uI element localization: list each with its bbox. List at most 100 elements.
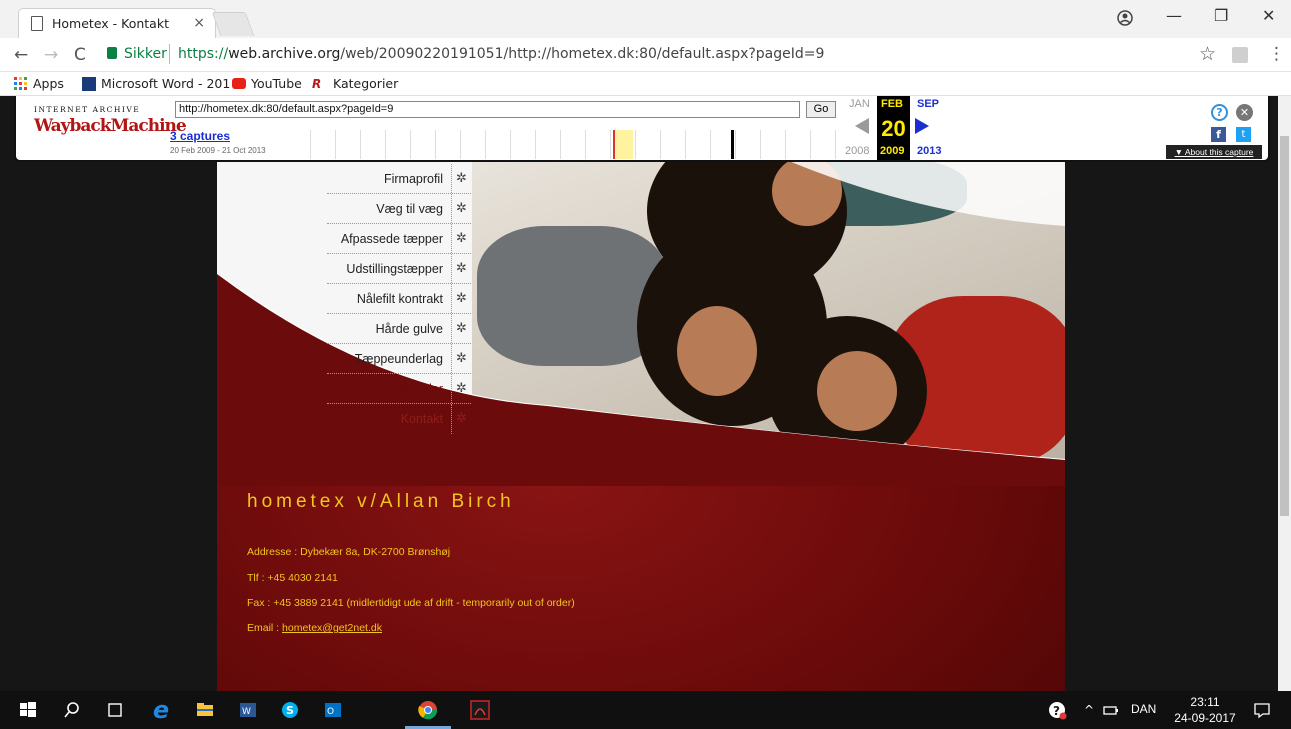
chrome-icon[interactable] <box>418 700 438 720</box>
search-icon[interactable] <box>62 700 82 720</box>
current-year: 2009 <box>880 145 905 157</box>
prev-month[interactable]: JAN <box>849 98 870 110</box>
wayback-toolbar: INTERNET ARCHIVE WaybackMachine http://h… <box>14 96 1270 162</box>
bookmark-star-icon[interactable]: ☆ <box>1199 43 1216 65</box>
notifications-icon[interactable] <box>1252 700 1272 720</box>
nav-label: Firmaprofil <box>383 171 443 186</box>
bookmark-label: YouTube <box>251 76 302 91</box>
fax-text: Fax : +45 3889 2141 (midlertidigt ude af… <box>247 597 575 609</box>
next-year[interactable]: 2013 <box>917 145 941 157</box>
nav-afpassede-taepper[interactable]: Afpassede tæpper ✲ <box>327 224 471 254</box>
clock-time: 23:11 <box>1190 695 1220 709</box>
help-icon[interactable]: ? <box>1211 104 1228 121</box>
captures-link[interactable]: 3 captures <box>170 129 230 143</box>
email-link[interactable]: hometex@get2net.dk <box>282 622 382 634</box>
nav-haarde-gulve[interactable]: Hårde gulve ✲ <box>327 314 471 344</box>
windows-start-icon[interactable] <box>18 700 38 720</box>
minimize-button[interactable]: — <box>1166 6 1182 25</box>
word-taskbar-icon[interactable]: W <box>238 700 258 720</box>
nav-label: Udstillingstæpper <box>346 261 443 276</box>
next-capture-arrow-icon[interactable] <box>915 118 929 134</box>
youtube-icon <box>232 78 246 89</box>
profile-icon[interactable] <box>1117 10 1133 26</box>
email-row: Email : hometex@get2net.dk <box>247 622 382 634</box>
page-viewport: Firmaprofil ✲ Væg til væg ✲ Afpassede tæ… <box>0 96 1278 691</box>
clock[interactable]: 23:11 24-09-2017 <box>1170 694 1240 726</box>
prev-year[interactable]: 2008 <box>845 145 869 157</box>
bookmark-label: Kategorier <box>333 76 399 91</box>
nav-taeppeunderlag[interactable]: Tæppeunderlag ✲ <box>327 344 471 374</box>
capture-sparkline[interactable] <box>310 130 840 159</box>
email-label: Email : <box>247 622 283 634</box>
nav-firmaprofil[interactable]: Firmaprofil ✲ <box>327 164 471 194</box>
gear-icon: ✲ <box>451 284 471 313</box>
browser-toolbar: ← → C Sikker https://web.archive.org/web… <box>0 38 1291 72</box>
close-toolbar-icon[interactable]: ✕ <box>1236 104 1253 121</box>
nav-label: Afpassede tæpper <box>340 231 443 246</box>
bookmark-word[interactable]: Microsoft Word - 201 <box>82 76 230 91</box>
file-explorer-icon[interactable] <box>195 700 215 720</box>
chrome-menu-icon[interactable]: ⋮ <box>1268 44 1285 64</box>
next-month[interactable]: SEP <box>917 98 939 110</box>
page-icon <box>31 16 43 31</box>
forward-button[interactable]: → <box>44 45 58 65</box>
company-name: hometex v/Allan Birch <box>247 491 515 512</box>
svg-text:O: O <box>327 707 334 717</box>
gear-icon: ✲ <box>451 224 471 253</box>
new-tab-button[interactable] <box>211 12 255 36</box>
help-tray-icon[interactable]: ? <box>1047 700 1067 720</box>
gear-icon: ✲ <box>451 404 471 434</box>
nav-nyheder[interactable]: Nyheder ✲ <box>327 374 471 404</box>
tab-title: Hometex - Kontakt <box>52 16 169 31</box>
nav-label: Kontakt <box>400 412 443 426</box>
lock-icon <box>107 47 117 59</box>
secure-label[interactable]: Sikker <box>124 46 167 62</box>
window-close-button[interactable]: ✕ <box>1262 6 1275 25</box>
reload-button[interactable]: C <box>74 45 86 65</box>
restore-button[interactable]: ❐ <box>1214 6 1228 25</box>
internet-explorer-icon[interactable]: e <box>151 696 171 724</box>
address-bar[interactable]: https://web.archive.org/web/200902201910… <box>178 46 824 62</box>
nav-kontakt[interactable]: Kontakt ✲ <box>327 404 471 434</box>
nav-naalefilt-kontrakt[interactable]: Nålefilt kontrakt ✲ <box>327 284 471 314</box>
prev-capture-arrow-icon[interactable] <box>855 118 869 134</box>
nav-vaeg-til-vaeg[interactable]: Væg til væg ✲ <box>327 194 471 224</box>
wayback-logo-top: INTERNET ARCHIVE <box>34 105 141 114</box>
language-indicator[interactable]: DAN <box>1131 702 1156 716</box>
about-capture-button[interactable]: ▼ About this capture <box>1166 145 1262 159</box>
bookmark-kategorier[interactable]: R Kategorier <box>312 76 398 91</box>
nav-label: Hårde gulve <box>375 321 443 336</box>
wayback-logo[interactable]: WaybackMachine <box>34 116 187 136</box>
facebook-icon[interactable]: f <box>1211 127 1226 142</box>
capture-range: 20 Feb 2009 - 21 Oct 2013 <box>170 146 266 155</box>
wayback-url-input[interactable]: http://hometex.dk:80/default.aspx?pageId… <box>175 101 800 118</box>
apps-grid-icon <box>14 76 27 90</box>
tab-hometex-kontakt[interactable]: Hometex - Kontakt × <box>18 8 216 38</box>
bookmark-youtube[interactable]: YouTube <box>232 76 302 91</box>
scrollbar-thumb[interactable] <box>1280 136 1289 516</box>
tray-chevron-icon[interactable]: ^ <box>1079 700 1099 720</box>
nav-udstillingstaepper[interactable]: Udstillingstæpper ✲ <box>327 254 471 284</box>
url-host: web.archive.org <box>228 46 341 62</box>
bookmark-label: Microsoft Word - 201 <box>101 76 231 91</box>
outlook-icon[interactable]: O <box>323 700 343 720</box>
skype-icon[interactable]: S <box>280 700 300 720</box>
taskbar: e W S O ? ^ DAN 23:11 24-09-2017 <box>0 691 1291 729</box>
battery-icon[interactable] <box>1101 700 1121 720</box>
acrobat-icon[interactable] <box>470 700 490 720</box>
page-scrollbar[interactable] <box>1278 96 1291 691</box>
bookmark-apps[interactable]: Apps <box>14 76 64 91</box>
task-view-icon[interactable] <box>105 700 125 720</box>
capture-marker <box>731 130 734 159</box>
wayback-go-button[interactable]: Go <box>806 101 836 118</box>
tab-close-icon[interactable]: × <box>193 15 205 31</box>
gear-icon: ✲ <box>451 374 471 403</box>
twitter-icon[interactable]: t <box>1236 127 1251 142</box>
current-capture-highlight <box>615 130 633 159</box>
url-protocol: https:// <box>178 46 229 62</box>
back-button[interactable]: ← <box>14 45 28 65</box>
pdf-extension-icon[interactable] <box>1232 47 1248 63</box>
nav-label: Væg til væg <box>376 201 443 216</box>
kategorier-icon: R <box>312 76 322 91</box>
address-text: Addresse : Dybekær 8a, DK-2700 Brønshøj <box>247 546 451 558</box>
